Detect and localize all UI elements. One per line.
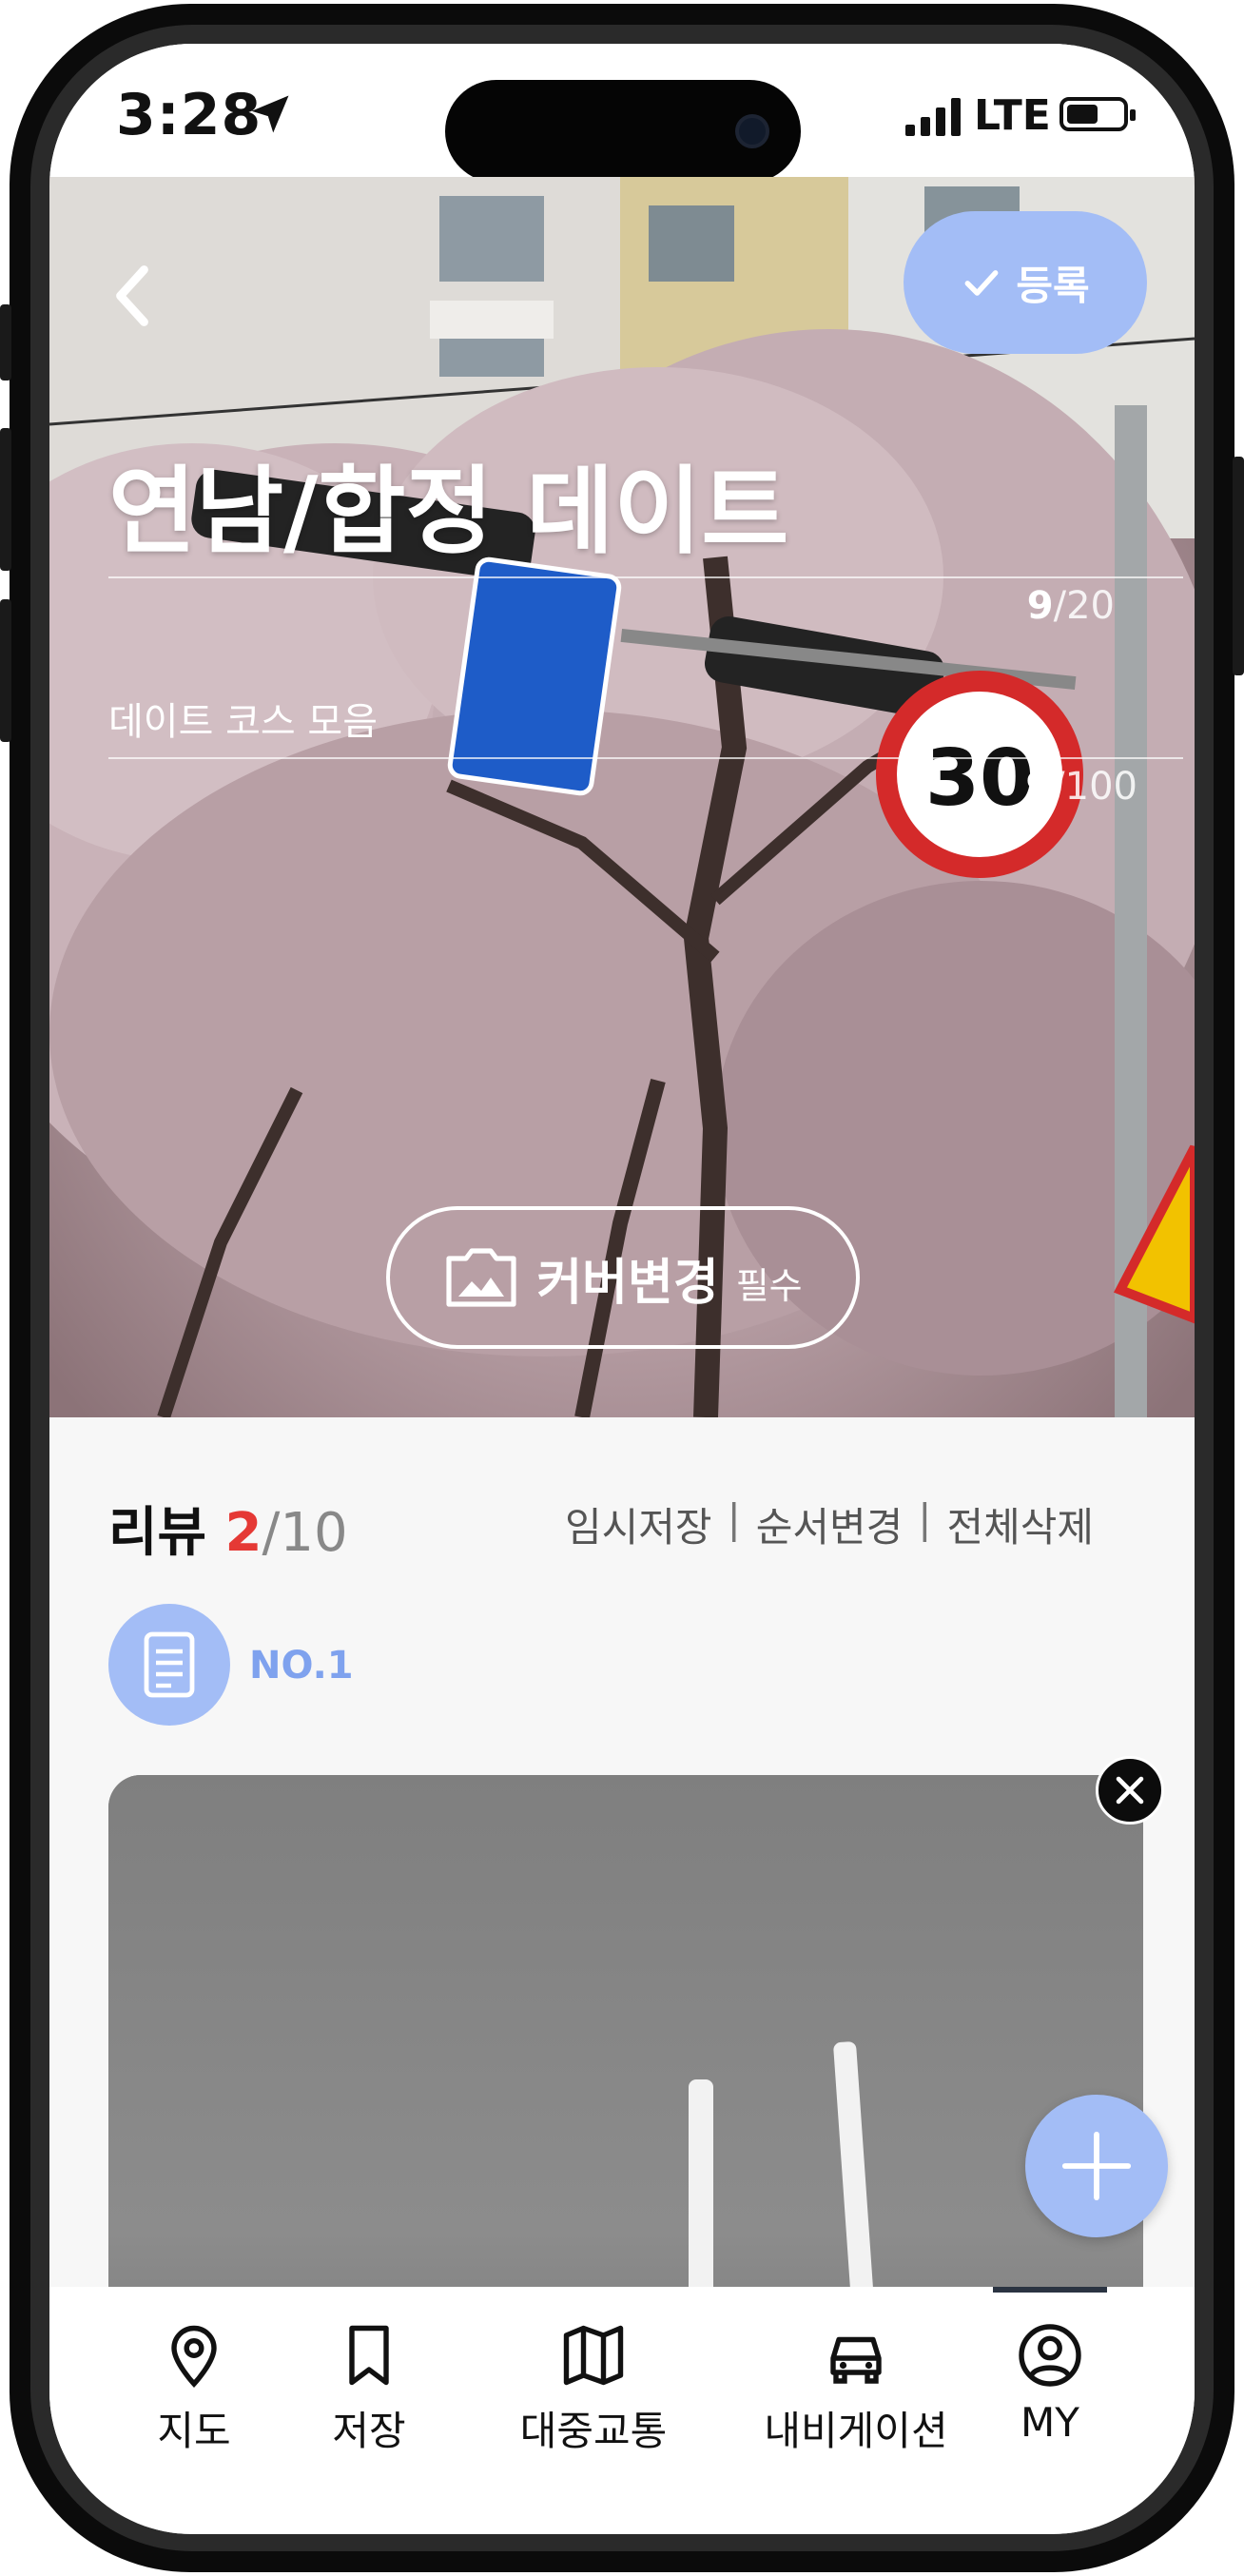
power-button xyxy=(1233,457,1244,675)
reorder-button[interactable]: 순서변경 xyxy=(756,1495,904,1553)
course-title-input[interactable]: 연남/합정 데이트 xyxy=(108,434,788,572)
bottom-tab-bar: 지도 저장 대중교통 내비게이션 MY xyxy=(49,2287,1195,2534)
silent-switch xyxy=(0,304,11,381)
bookmark-icon xyxy=(349,2325,389,2386)
tab-map[interactable]: 지도 xyxy=(127,2321,261,2457)
app-screen: 3:28 LTE 30 등록 연남/합정 데이트 9/20 데이트 코스 모음 … xyxy=(49,44,1195,2534)
remove-review-button[interactable] xyxy=(1096,1756,1164,1825)
tab-saved[interactable]: 저장 xyxy=(312,2321,426,2457)
reviews-header: 리뷰 2/10 xyxy=(108,1502,348,1564)
document-icon xyxy=(144,1631,195,1698)
folded-map-icon xyxy=(563,2325,624,2386)
review-max: /10 xyxy=(262,1502,348,1564)
title-char-count: 9/20 xyxy=(1026,584,1115,628)
add-review-button[interactable] xyxy=(1025,2095,1168,2237)
close-icon xyxy=(1116,1776,1144,1805)
car-icon xyxy=(830,2336,882,2384)
status-bar: 3:28 LTE xyxy=(49,44,1195,183)
battery-icon xyxy=(1059,97,1136,131)
phone-frame: 3:28 LTE 30 등록 연남/합정 데이트 9/20 데이트 코스 모음 … xyxy=(0,0,1244,2576)
volume-down-button xyxy=(0,599,11,742)
change-cover-button[interactable]: 커버변경 필수 xyxy=(386,1206,860,1349)
register-button[interactable]: 등록 xyxy=(904,211,1147,354)
svg-text:30: 30 xyxy=(925,733,1034,824)
tab-my[interactable]: MY xyxy=(993,2321,1107,2446)
check-icon xyxy=(964,270,999,296)
review-count: 2 xyxy=(224,1502,262,1564)
location-arrow-icon xyxy=(251,95,289,133)
user-circle-icon xyxy=(1019,2324,1081,2387)
review-number-badge xyxy=(108,1604,230,1726)
subtitle-underline xyxy=(108,757,1183,759)
change-cover-label: 커버변경 xyxy=(536,1254,719,1312)
course-subtitle-input[interactable]: 데이트 코스 모음 xyxy=(108,691,378,746)
register-label: 등록 xyxy=(1016,262,1090,309)
dynamic-island xyxy=(445,80,801,183)
delete-all-button[interactable]: 전체삭제 xyxy=(946,1495,1094,1553)
status-time: 3:28 xyxy=(116,82,262,148)
temp-save-button[interactable]: 임시저장 xyxy=(565,1495,712,1553)
cover-image: 30 등록 연남/합정 데이트 9/20 데이트 코스 모음 9/100 커버변… xyxy=(49,177,1195,1417)
photo-icon xyxy=(446,1248,516,1307)
back-chevron-icon[interactable] xyxy=(108,263,156,329)
active-tab-indicator xyxy=(993,2287,1107,2293)
plus-icon xyxy=(1061,2131,1132,2201)
network-label: LTE xyxy=(974,91,1051,140)
map-pin-icon xyxy=(171,2325,217,2388)
volume-up-button xyxy=(0,428,11,571)
tab-transit[interactable]: 대중교통 xyxy=(489,2321,698,2457)
signal-icon xyxy=(905,98,961,136)
subtitle-char-count: 9/100 xyxy=(1025,765,1137,809)
review-actions: 임시저장 | 순서변경 | 전체삭제 xyxy=(565,1495,1094,1553)
required-label: 필수 xyxy=(735,1264,803,1307)
title-underline xyxy=(108,576,1183,578)
tab-navigation[interactable]: 내비게이션 xyxy=(723,2321,989,2457)
review-number-label: NO.1 xyxy=(249,1644,354,1688)
